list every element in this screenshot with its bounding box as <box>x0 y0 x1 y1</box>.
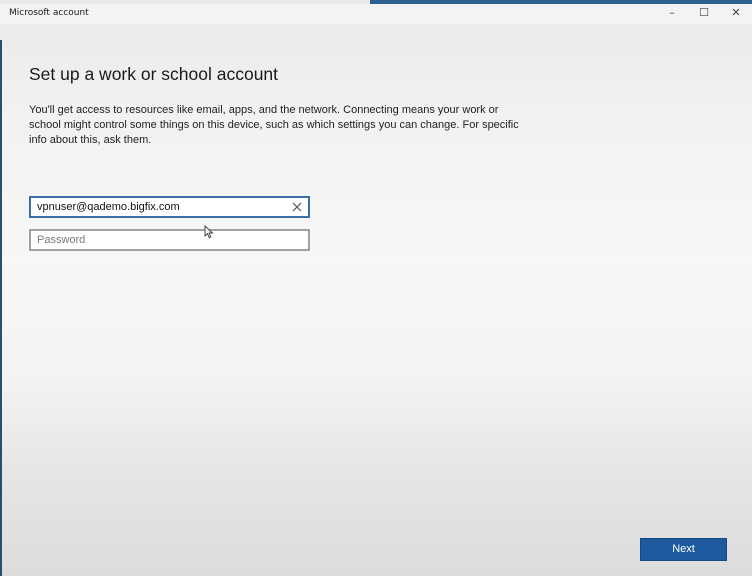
maximize-button[interactable]: ☐ <box>689 6 719 22</box>
password-input[interactable] <box>31 231 308 249</box>
window-title: Microsoft account <box>9 8 89 18</box>
mouse-pointer-icon <box>204 224 214 239</box>
title-bar: Microsoft account – ☐ ✕ <box>0 4 752 24</box>
minimize-button[interactable]: – <box>657 6 687 22</box>
password-field[interactable] <box>29 229 310 251</box>
email-input[interactable] <box>31 198 308 216</box>
page-title: Set up a work or school account <box>29 64 279 84</box>
close-window-button[interactable]: ✕ <box>721 6 751 22</box>
page-description: You'll get access to resources like emai… <box>29 104 519 146</box>
window-left-edge <box>0 40 2 576</box>
email-field[interactable] <box>29 196 310 218</box>
next-button[interactable]: Next <box>640 538 727 561</box>
microsoft-account-window: Microsoft account – ☐ ✕ Set up a work or… <box>0 0 752 576</box>
clear-icon[interactable] <box>289 199 305 215</box>
